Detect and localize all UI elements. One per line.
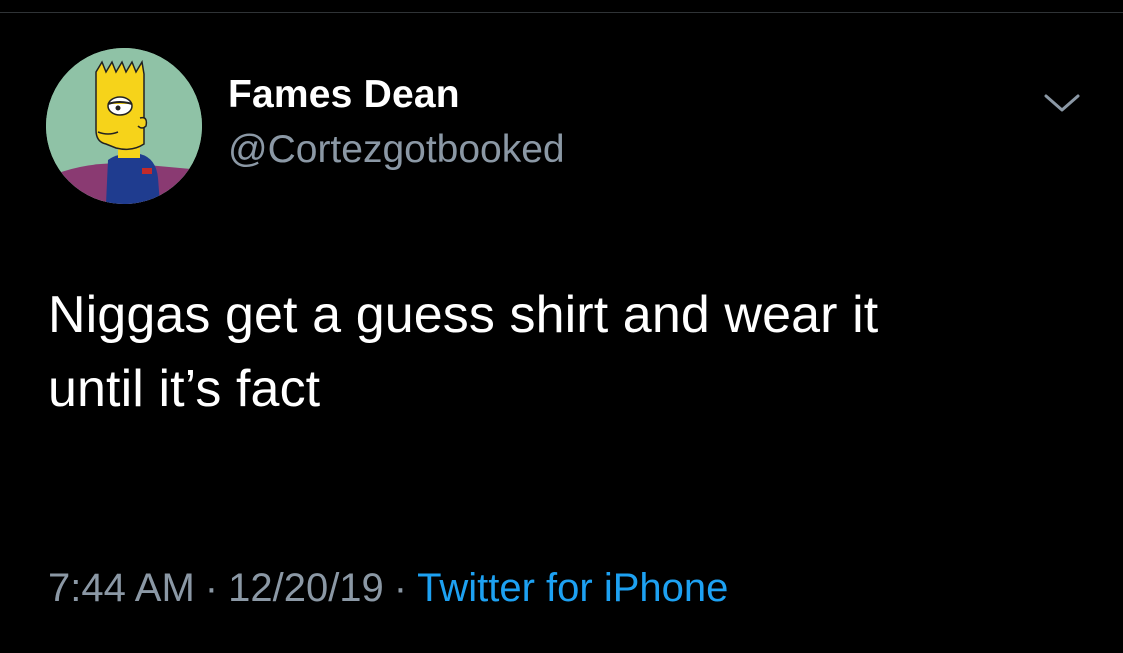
author-display-name[interactable]: Fames Dean [228, 73, 460, 117]
tweet-source-link[interactable]: Twitter for iPhone [417, 566, 728, 610]
chevron-down-icon [1044, 94, 1080, 112]
tweet-metadata: 7:44 AM · 12/20/19 · Twitter for iPhone [48, 566, 728, 611]
tweet-text: Niggas get a guess shirt and wear it unt… [48, 278, 1088, 426]
more-options-button[interactable] [1040, 88, 1084, 118]
avatar[interactable] [46, 48, 202, 204]
tweet-time[interactable]: 7:44 AM [48, 566, 195, 610]
meta-separator: · [393, 566, 408, 610]
author-handle[interactable]: @Cortezgotbooked [228, 128, 565, 172]
avatar-image [46, 48, 202, 204]
tweet-date[interactable]: 12/20/19 [228, 566, 384, 610]
tweet-text-line-1: Niggas get a guess shirt and wear it [48, 286, 879, 344]
meta-separator: · [204, 566, 219, 610]
top-divider [0, 12, 1123, 13]
tweet-text-line-2: until it’s fact [48, 360, 321, 418]
